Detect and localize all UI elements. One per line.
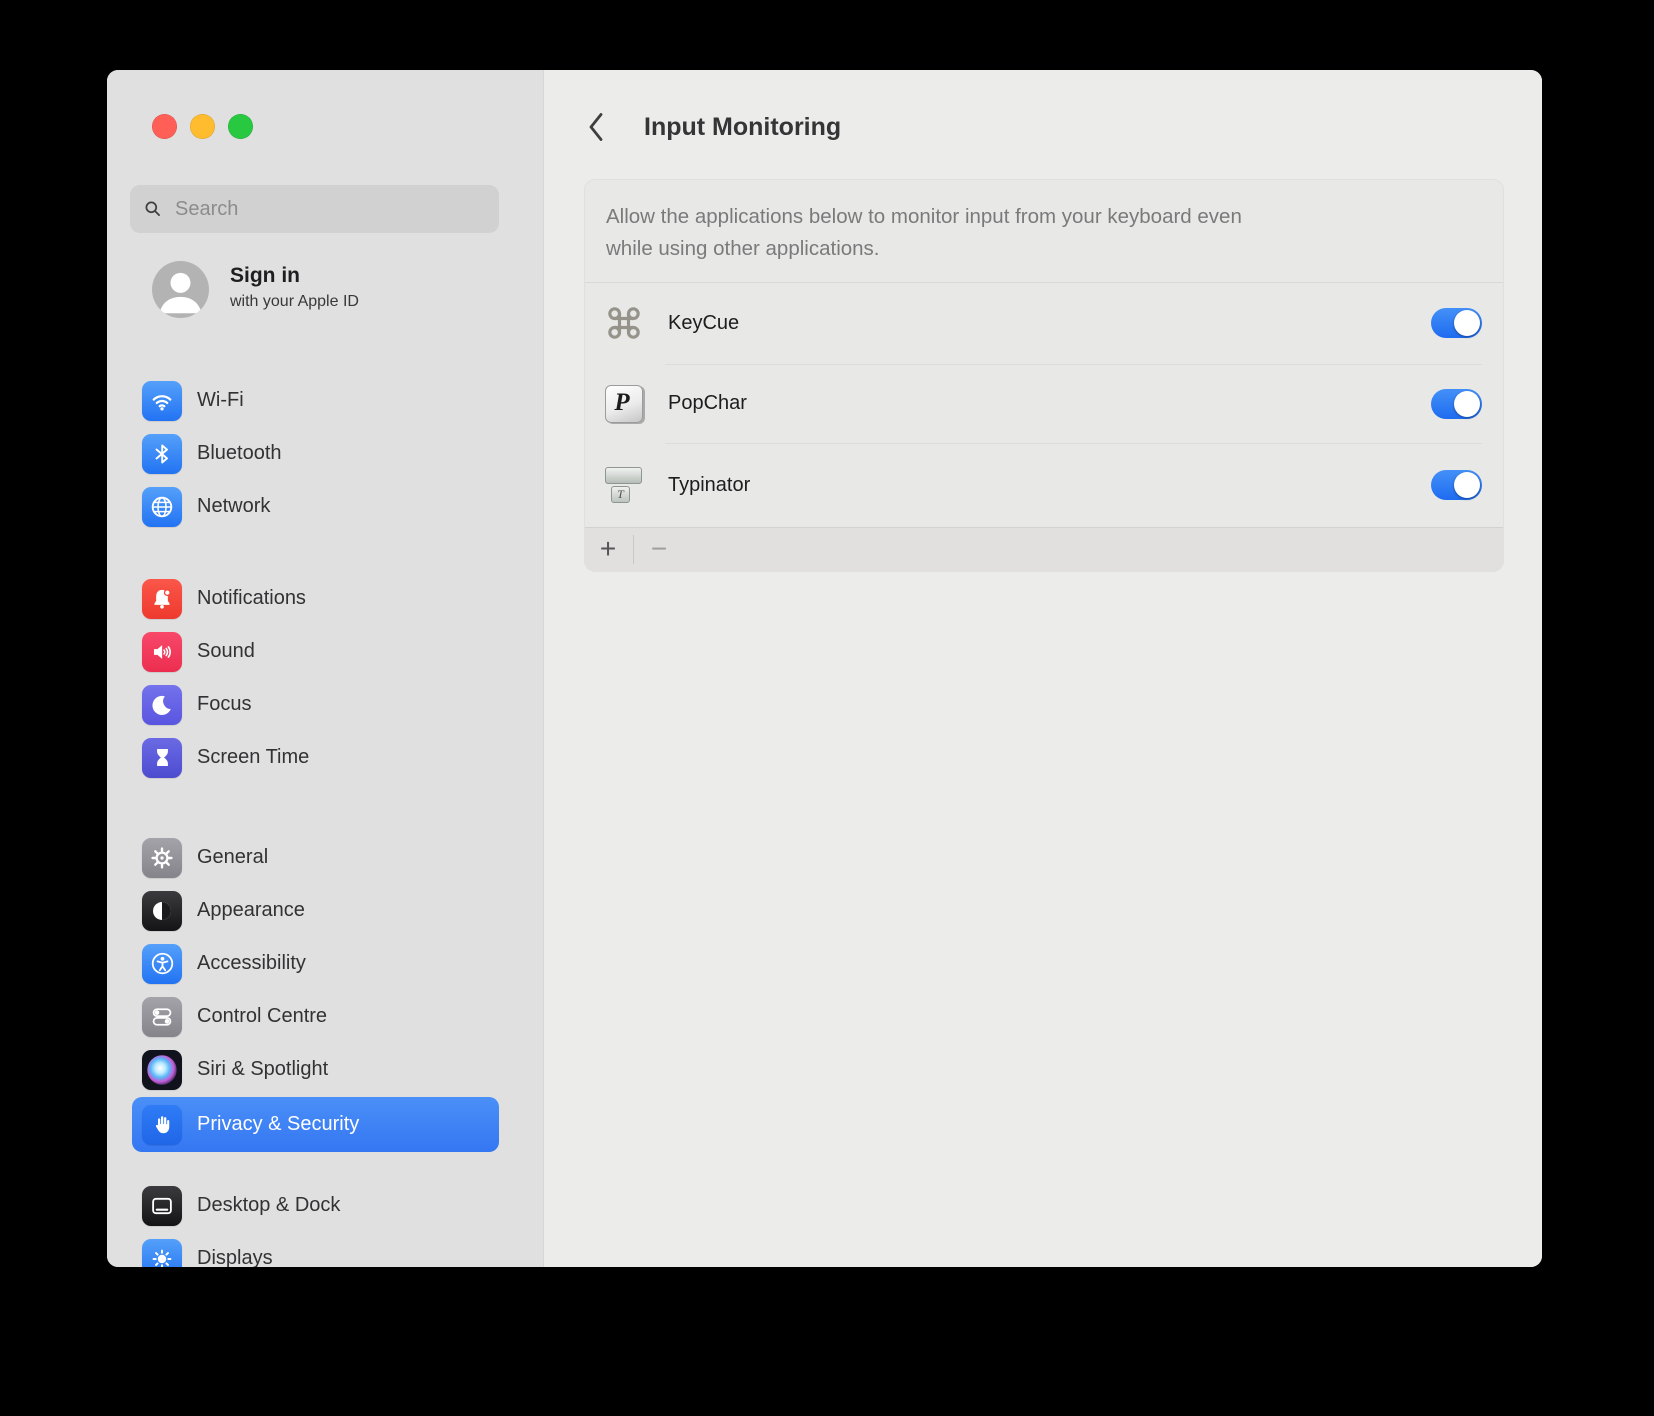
sidebar-item-label: Desktop & Dock (197, 1194, 341, 1216)
moon-icon (142, 684, 182, 725)
back-button[interactable] (587, 112, 605, 142)
bell-icon (142, 578, 182, 619)
minimize-button[interactable] (190, 114, 215, 139)
brightness-icon (142, 1238, 182, 1267)
sign-in-subtitle: with your Apple ID (230, 293, 359, 310)
popchar-toggle[interactable] (1431, 388, 1482, 419)
sidebar-item-displays[interactable]: Displays (132, 1232, 499, 1267)
sidebar-item-label: Control Centre (197, 1005, 328, 1027)
chevron-left-icon (589, 113, 603, 141)
sidebar-item-network[interactable]: Network (132, 480, 499, 533)
sidebar-item-label: Appearance (197, 899, 305, 921)
search-input[interactable] (173, 196, 477, 222)
sidebar-item-label: Screen Time (197, 746, 310, 768)
toggles-icon (142, 996, 182, 1037)
speaker-icon (142, 631, 182, 672)
settings-sidebar: Sign in with your Apple ID Wi-Fi Bluetoo… (107, 70, 543, 1267)
sidebar-item-label: Accessibility (197, 952, 306, 974)
gear-icon (142, 837, 182, 878)
sidebar-item-bluetooth[interactable]: Bluetooth (132, 427, 499, 480)
bluetooth-icon (142, 433, 182, 474)
command-knot-icon (604, 303, 644, 343)
close-button[interactable] (152, 114, 177, 139)
search-field[interactable] (130, 185, 499, 233)
window-dock-icon (142, 1185, 182, 1226)
sidebar-item-label: Network (197, 495, 271, 517)
sidebar-item-label: Sound (197, 640, 255, 662)
sidebar-item-general[interactable]: General (132, 831, 499, 884)
footer-separator (633, 535, 634, 564)
app-name: KeyCue (668, 311, 740, 334)
sidebar-item-desktop-dock[interactable]: Desktop & Dock (132, 1179, 499, 1232)
sidebar-item-siri-spotlight[interactable]: Siri & Spotlight (132, 1043, 499, 1096)
add-app-button[interactable]: + (592, 528, 624, 571)
system-settings-window: Sign in with your Apple ID Wi-Fi Bluetoo… (107, 70, 1542, 1267)
sidebar-item-label: Notifications (197, 587, 306, 609)
sidebar-item-label: Privacy & Security (197, 1113, 360, 1135)
globe-icon (142, 486, 182, 527)
description-text: Allow the applications below to monitor … (606, 201, 1466, 265)
input-monitoring-panel: Input Monitoring Allow the applications … (543, 70, 1542, 1267)
sign-in-row[interactable]: Sign in with your Apple ID (152, 261, 492, 319)
sidebar-item-label: Wi-Fi (197, 389, 244, 411)
sidebar-item-notifications[interactable]: Notifications (132, 572, 499, 625)
sidebar-item-screen-time[interactable]: Screen Time (132, 731, 499, 784)
list-edit-footer: + − (585, 527, 1503, 571)
sidebar-item-control-centre[interactable]: Control Centre (132, 990, 499, 1043)
app-row-popchar: P PopChar (585, 364, 1503, 443)
toggle-knob (1454, 390, 1480, 417)
app-row-typinator: T Typinator (585, 443, 1503, 527)
contrast-icon (142, 890, 182, 931)
sidebar-item-appearance[interactable]: Appearance (132, 884, 499, 937)
sidebar-item-sound[interactable]: Sound (132, 625, 499, 678)
app-name: PopChar (668, 392, 747, 414)
sidebar-item-label: Siri & Spotlight (197, 1058, 329, 1080)
sidebar-item-wifi[interactable]: Wi-Fi (132, 374, 499, 427)
sidebar-item-accessibility[interactable]: Accessibility (132, 937, 499, 990)
hand-icon (142, 1104, 182, 1145)
toggle-knob (1454, 310, 1480, 336)
sidebar-item-label: Displays (197, 1247, 273, 1267)
siri-orb-icon (142, 1049, 182, 1090)
sidebar-item-focus[interactable]: Focus (132, 678, 499, 731)
typinator-toggle[interactable] (1431, 470, 1482, 500)
hourglass-icon (142, 737, 182, 778)
sidebar-item-label: Focus (197, 693, 252, 715)
keycue-toggle[interactable] (1431, 308, 1482, 338)
input-monitoring-group: Allow the applications below to monitor … (585, 180, 1503, 571)
search-icon (145, 201, 160, 216)
sign-in-title: Sign in (230, 264, 300, 287)
description-line-1: Allow the applications below to monitor … (606, 205, 1242, 228)
toggle-knob (1454, 472, 1480, 498)
app-name: Typinator (668, 473, 751, 496)
remove-app-button[interactable]: − (642, 528, 676, 571)
page-title: Input Monitoring (644, 113, 842, 141)
p-key-icon: P (604, 384, 644, 424)
typewriter-key-icon: T (604, 465, 644, 505)
description-line-2: while using other applications. (606, 237, 880, 260)
sidebar-item-privacy-security[interactable]: Privacy & Security (132, 1097, 499, 1152)
app-row-keycue: KeyCue (585, 282, 1503, 364)
zoom-button[interactable] (228, 114, 253, 139)
person-avatar (152, 261, 209, 318)
sidebar-item-label: General (197, 846, 269, 868)
accessibility-icon (142, 943, 182, 984)
wifi-icon (142, 380, 182, 421)
sidebar-item-label: Bluetooth (197, 442, 282, 464)
